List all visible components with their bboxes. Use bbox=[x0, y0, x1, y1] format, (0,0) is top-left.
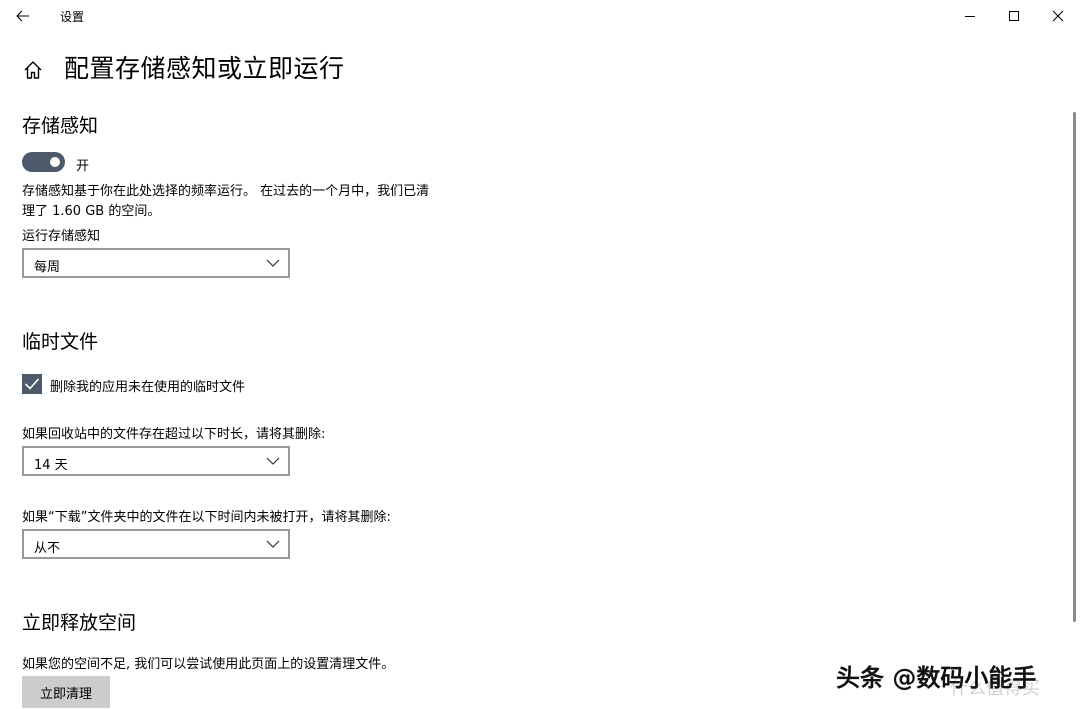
checkmark-icon bbox=[24, 378, 40, 390]
close-button[interactable] bbox=[1036, 0, 1080, 32]
storage-sense-toggle[interactable] bbox=[22, 152, 65, 172]
downloads-dropdown[interactable]: 从不 bbox=[22, 529, 290, 559]
downloads-value: 从不 bbox=[34, 541, 61, 556]
toggle-state-label: 开 bbox=[76, 159, 90, 174]
watermark: 头条 @数码小能手 bbox=[836, 664, 1037, 692]
maximize-button[interactable] bbox=[992, 0, 1036, 32]
chevron-down-icon bbox=[266, 540, 280, 548]
run-frequency-dropdown[interactable]: 每周 bbox=[22, 248, 290, 278]
home-icon bbox=[24, 61, 42, 79]
storage-sense-description-line1: 存储感知基于你在此处选择的频率运行。 在过去的一个月中，我们已清 bbox=[22, 184, 430, 199]
chevron-down-icon bbox=[266, 259, 280, 267]
page-title: 配置存储感知或立即运行 bbox=[64, 54, 345, 83]
recycle-bin-dropdown[interactable]: 14 天 bbox=[22, 446, 290, 476]
run-storage-sense-label: 运行存储感知 bbox=[22, 229, 101, 244]
back-arrow-icon bbox=[16, 10, 29, 22]
recycle-bin-value: 14 天 bbox=[34, 458, 68, 473]
maximize-icon bbox=[1009, 11, 1019, 21]
delete-temp-files-label: 删除我的应用未在使用的临时文件 bbox=[50, 380, 246, 395]
free-space-description: 如果您的空间不足, 我们可以尝试使用此页面上的设置清理文件。 bbox=[22, 657, 395, 672]
scrollbar[interactable] bbox=[1073, 112, 1076, 622]
title-bar: 设置 bbox=[0, 0, 1080, 32]
window-title: 设置 bbox=[60, 10, 85, 24]
recycle-bin-label: 如果回收站中的文件存在超过以下时长，请将其删除: bbox=[22, 427, 326, 442]
run-frequency-value: 每周 bbox=[34, 260, 61, 275]
temp-files-heading: 临时文件 bbox=[22, 331, 99, 353]
clean-now-button[interactable]: 立即清理 bbox=[22, 676, 110, 708]
delete-temp-files-checkbox[interactable] bbox=[22, 374, 42, 394]
storage-sense-heading: 存储感知 bbox=[22, 115, 99, 137]
close-icon bbox=[1052, 10, 1064, 22]
free-space-heading: 立即释放空间 bbox=[22, 612, 137, 634]
storage-sense-description-line2: 理了 1.60 GB 的空间。 bbox=[22, 204, 161, 219]
page-header: 配置存储感知或立即运行 bbox=[22, 52, 344, 88]
home-button[interactable] bbox=[22, 59, 44, 81]
downloads-label: 如果“下载”文件夹中的文件在以下时间内未被打开，请将其删除: bbox=[22, 510, 391, 525]
back-button[interactable] bbox=[10, 4, 36, 28]
toggle-knob bbox=[50, 157, 60, 167]
minimize-button[interactable] bbox=[948, 0, 992, 32]
chevron-down-icon bbox=[266, 457, 280, 465]
minimize-icon bbox=[965, 16, 975, 17]
